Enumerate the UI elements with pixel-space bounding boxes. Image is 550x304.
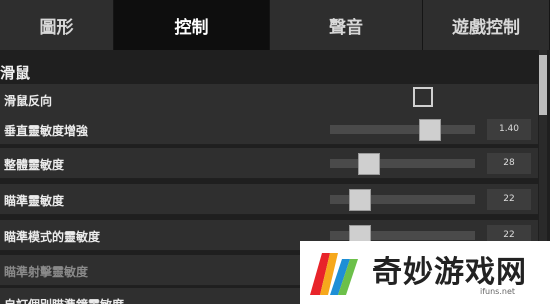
setting-row-aim-sensitivity: 瞄準靈敏度 22 [0,184,538,215]
setting-label: 整體靈敏度 [4,158,65,172]
setting-label: 垂直靈敏度增強 [4,124,89,138]
slider-thumb[interactable] [358,153,381,175]
tab-graphics[interactable]: 圖形 [0,0,114,50]
setting-row-vertical-sensitivity: 垂直靈敏度增強 1.40 [0,114,538,145]
tab-controls[interactable]: 控制 [114,0,270,50]
watermark: 奇妙游戏网 ifuns.net [300,241,550,304]
invert-mouse-checkbox[interactable] [413,87,433,107]
setting-row-invert-mouse: 滑鼠反向 [0,84,538,115]
slider-thumb[interactable] [419,119,442,141]
watermark-brand: 奇妙游戏网 [372,255,527,290]
watermark-logo-icon [310,253,358,295]
setting-label: 自訂個別瞄準鏡靈敏度 [4,296,124,304]
tab-bar: 圖形 控制 聲音 遊戲控制 [0,0,550,50]
setting-label: 瞄準模式的靈敏度 [4,230,101,244]
setting-label: 瞄準靈敏度 [4,194,65,208]
tab-gameplay[interactable]: 遊戲控制 [423,0,550,50]
value-field[interactable]: 1.40 [487,119,531,140]
slider-track[interactable] [330,159,475,168]
slider-track[interactable] [330,125,475,134]
slider-thumb[interactable] [349,189,372,211]
section-title-mouse: 滑鼠 [0,64,31,82]
value-field[interactable]: 28 [487,153,531,174]
value-field[interactable]: 22 [487,189,531,210]
watermark-url: ifuns.net [480,287,516,296]
scrollbar-thumb[interactable] [539,55,547,115]
setting-row-overall-sensitivity: 整體靈敏度 28 [0,148,538,179]
setting-label: 滑鼠反向 [4,94,53,108]
setting-label: 瞄準射擊靈敏度 [4,265,89,279]
tab-sound[interactable]: 聲音 [270,0,423,50]
